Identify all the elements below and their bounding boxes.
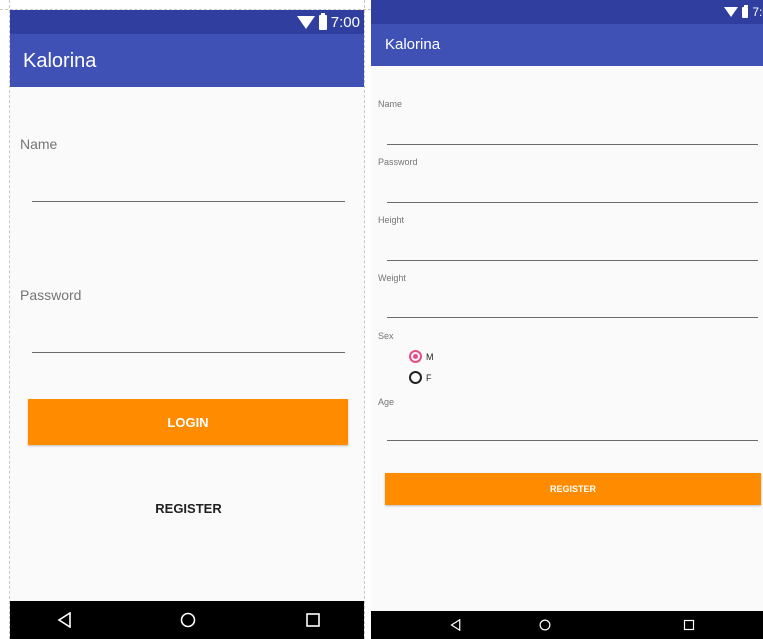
back-icon[interactable] xyxy=(45,601,85,639)
status-time: 7:00 xyxy=(330,14,360,31)
password-input[interactable] xyxy=(387,178,758,203)
app-title: Kalorina xyxy=(23,50,97,72)
status-bar: 7:0 xyxy=(371,0,763,24)
height-input[interactable] xyxy=(387,236,758,261)
height-input-underline xyxy=(387,260,758,261)
navigation-bar xyxy=(10,601,364,639)
wifi-icon xyxy=(296,16,315,29)
recents-icon[interactable] xyxy=(674,611,704,639)
login-button[interactable]: LOGIN xyxy=(28,399,348,445)
navigation-bar xyxy=(371,611,763,639)
weight-label: Weight xyxy=(378,273,406,283)
sex-option-female[interactable]: F xyxy=(409,371,432,384)
password-label: Password xyxy=(20,287,82,303)
name-label: Name xyxy=(378,99,403,109)
app-bar: Kalorina xyxy=(10,34,364,87)
home-icon[interactable] xyxy=(530,611,560,639)
sex-option-male[interactable]: M xyxy=(409,350,434,363)
sex-option-label: M xyxy=(426,351,434,362)
password-label: Password xyxy=(378,157,418,167)
weight-input[interactable] xyxy=(387,293,758,318)
login-screen: 7:00 Kalorina Name Password LOGIN REGIST… xyxy=(10,10,364,639)
age-input-underline xyxy=(387,440,758,441)
name-input-underline xyxy=(32,201,345,202)
app-title: Kalorina xyxy=(385,36,441,53)
battery-icon xyxy=(318,13,327,30)
name-label: Name xyxy=(20,136,58,152)
weight-input-underline xyxy=(387,317,758,318)
battery-icon xyxy=(742,4,749,18)
name-input[interactable] xyxy=(32,170,345,202)
home-icon[interactable] xyxy=(168,601,208,639)
password-input-underline xyxy=(32,352,345,353)
password-input-underline xyxy=(387,202,758,203)
frame-guide-right xyxy=(364,0,365,639)
status-time: 7:0 xyxy=(752,5,763,19)
back-icon[interactable] xyxy=(441,611,471,639)
age-input[interactable] xyxy=(387,416,758,441)
password-input[interactable] xyxy=(32,321,345,353)
recents-icon[interactable] xyxy=(293,601,333,639)
height-label: Height xyxy=(378,215,405,225)
name-input-underline xyxy=(387,144,758,145)
name-input[interactable] xyxy=(387,120,758,145)
status-bar: 7:00 xyxy=(10,10,364,34)
register-button[interactable]: REGISTER xyxy=(385,473,761,505)
app-bar: Kalorina xyxy=(371,24,763,66)
register-screen: 7:0 Kalorina Name Password Height Weight… xyxy=(371,0,763,639)
age-label: Age xyxy=(378,397,395,407)
sex-option-label: F xyxy=(426,372,432,383)
radio-unchecked-icon xyxy=(409,371,422,384)
register-link-button[interactable]: REGISTER xyxy=(110,490,267,526)
radio-checked-icon xyxy=(409,350,422,363)
wifi-icon xyxy=(724,7,739,17)
sex-label: Sex xyxy=(378,331,394,341)
